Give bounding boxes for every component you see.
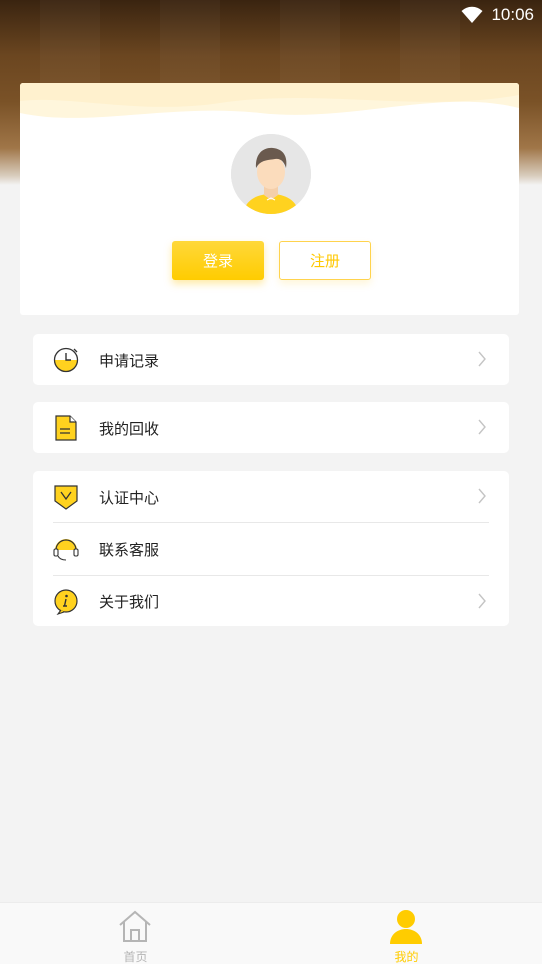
- menu-item-verify-center[interactable]: 认证中心: [33, 471, 509, 523]
- register-button[interactable]: 注册: [279, 241, 371, 280]
- menu-item-my-recycle[interactable]: 我的回收: [33, 402, 509, 454]
- tab-home[interactable]: 首页: [0, 903, 271, 964]
- document-icon: [55, 415, 77, 441]
- menu-label: 认证中心: [99, 488, 160, 507]
- menu-item-about-us[interactable]: 关于我们: [33, 576, 509, 626]
- menu-card-records: 申请记录: [33, 334, 509, 385]
- menu-item-contact-service[interactable]: 联系客服: [33, 523, 509, 576]
- verify-shield-icon: [54, 485, 78, 510]
- menu-label: 联系客服: [99, 541, 160, 559]
- menu-card-recycle: 我的回收: [33, 402, 509, 453]
- menu-label: 我的回收: [99, 419, 160, 438]
- clock-icon: [53, 347, 79, 373]
- chevron-right-icon: [478, 351, 486, 367]
- status-bar: 10:06: [0, 0, 542, 30]
- chevron-right-icon: [478, 488, 486, 504]
- menu-item-apply-records[interactable]: 申请记录: [33, 334, 509, 386]
- status-time: 10:06: [491, 5, 534, 24]
- home-icon: [119, 910, 151, 942]
- menu-card-more: 认证中心 联系客服 关于我们: [33, 471, 509, 626]
- wifi-icon: [461, 6, 483, 23]
- tab-home-label: 首页: [123, 950, 148, 964]
- chevron-right-icon: [478, 593, 486, 609]
- headset-icon: [53, 539, 79, 561]
- bottom-tab-bar: 首页 我的: [0, 902, 542, 964]
- menu-label: 关于我们: [99, 592, 160, 611]
- tab-mine[interactable]: 我的: [271, 903, 542, 964]
- info-icon: [54, 589, 78, 615]
- menu-label: 申请记录: [99, 351, 160, 370]
- chevron-right-icon: [478, 419, 486, 435]
- user-icon: [390, 910, 422, 944]
- login-button[interactable]: 登录: [172, 241, 264, 280]
- tab-mine-label: 我的: [394, 950, 419, 964]
- profile-card: 登录 注册: [20, 83, 519, 315]
- user-avatar-icon[interactable]: [231, 134, 311, 214]
